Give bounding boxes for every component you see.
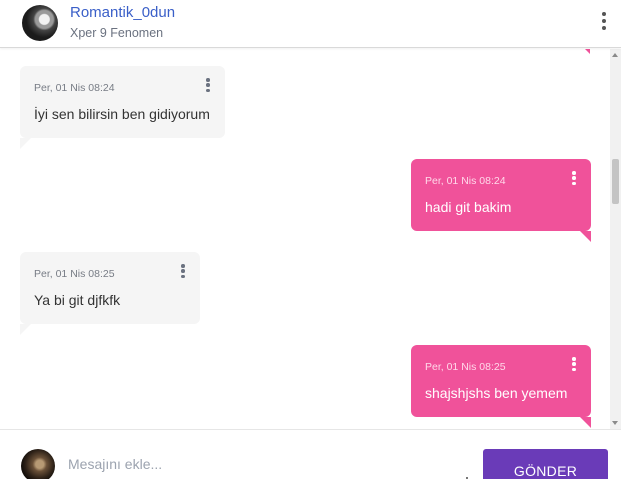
message-text: hadi git bakim (425, 199, 512, 215)
message-menu-icon[interactable] (178, 264, 188, 278)
message-menu-icon[interactable] (203, 78, 213, 92)
chat-header: Romantik_0dun Xper 9 Fenomen (0, 0, 621, 48)
bubble-tail (20, 138, 31, 149)
message-input[interactable] (68, 452, 468, 476)
user-avatar (21, 449, 55, 479)
message-menu-icon[interactable] (569, 357, 579, 371)
message-text: shajshjshs ben yemem (425, 385, 568, 401)
message-composer: GÖNDER (0, 429, 621, 479)
message-time: Per, 01 Nis 08:25 (34, 268, 115, 280)
more-vertical-icon[interactable] (599, 12, 609, 30)
message-list: Per, 01 Nis 08:24 İyi sen bilirsin ben g… (0, 49, 610, 429)
message-bubble-outgoing: Per, 01 Nis 08:24 hadi git bakim (411, 159, 591, 242)
bubble-tail (580, 417, 591, 428)
message-scrollbar[interactable] (610, 49, 621, 429)
message-menu-icon[interactable] (569, 171, 579, 185)
bubble-tail (580, 231, 591, 242)
scroll-thumb[interactable] (612, 159, 619, 204)
contact-level: Xper 9 Fenomen (70, 26, 164, 40)
contact-avatar[interactable] (22, 5, 58, 41)
scroll-up-arrow-icon[interactable] (612, 53, 618, 57)
message-time: Per, 01 Nis 08:24 (34, 82, 115, 94)
bubble-tail (20, 324, 31, 335)
message-text: Ya bi git djfkfk (34, 292, 121, 308)
previous-message-tail (585, 49, 590, 54)
message-bubble-incoming: Per, 01 Nis 08:25 Ya bi git djfkfk (20, 252, 200, 335)
message-time: Per, 01 Nis 08:25 (425, 361, 506, 373)
scroll-down-arrow-icon[interactable] (612, 421, 618, 425)
message-text: İyi sen bilirsin ben gidiyorum (34, 106, 210, 122)
message-time: Per, 01 Nis 08:24 (425, 175, 506, 187)
message-bubble-incoming: Per, 01 Nis 08:24 İyi sen bilirsin ben g… (20, 66, 225, 149)
message-bubble-outgoing: Per, 01 Nis 08:25 shajshjshs ben yemem (411, 345, 591, 428)
contact-username[interactable]: Romantik_0dun (70, 4, 175, 21)
send-button[interactable]: GÖNDER (483, 449, 608, 479)
